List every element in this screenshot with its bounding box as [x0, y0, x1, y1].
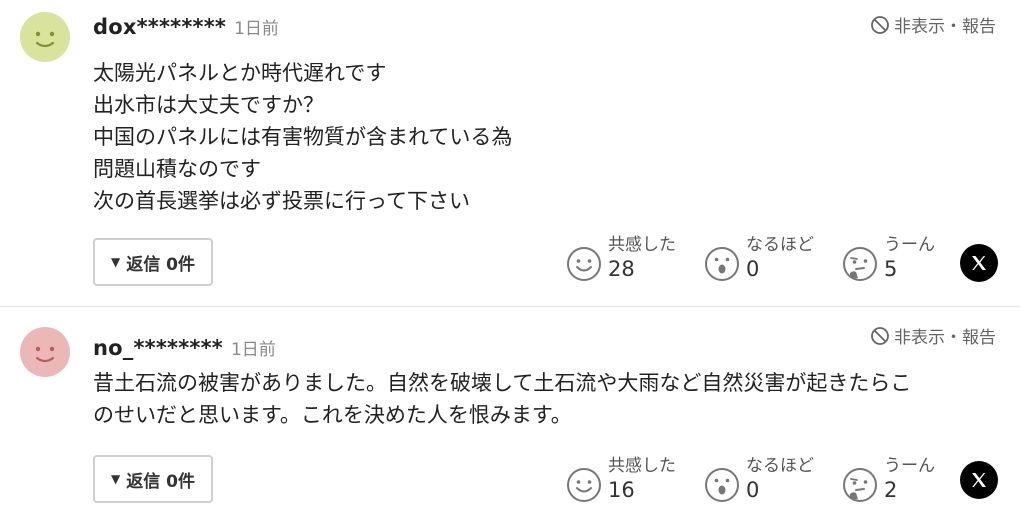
- comment-line: 太陽光パネルとか時代遅れです: [93, 61, 387, 85]
- thinking-face-icon: [843, 468, 877, 502]
- reaction-label: なるほど: [746, 235, 814, 255]
- surprised-face-icon: [705, 468, 739, 502]
- reaction-insight-button[interactable]: なるほど 0: [704, 455, 842, 503]
- comment-body: 太陽光パネルとか時代遅れです 出水市は大丈夫ですか？ 中国のパネルには有害物質が…: [93, 57, 998, 217]
- x-logo-icon: [972, 256, 986, 270]
- username[interactable]: no_********: [93, 336, 223, 360]
- reaction-count: 5: [884, 257, 898, 281]
- reaction-count: 0: [746, 478, 760, 502]
- reaction-bar: 共感した 28 なるほど 0 うーん 5: [566, 234, 980, 282]
- reaction-label: 共感した: [608, 456, 676, 476]
- reply-label: 返信 0件: [126, 471, 195, 492]
- avatar: [20, 327, 70, 377]
- reaction-insight-button[interactable]: なるほど 0: [704, 234, 842, 282]
- reply-label: 返信 0件: [126, 254, 195, 275]
- ban-icon: [870, 15, 890, 35]
- reaction-count: 28: [608, 257, 635, 281]
- reaction-label: うーん: [884, 456, 935, 476]
- x-logo-icon: [972, 473, 986, 487]
- reply-toggle-button[interactable]: ▼ 返信 0件: [93, 238, 213, 286]
- reply-toggle-button[interactable]: ▼ 返信 0件: [93, 455, 213, 503]
- comment-line: のせいだと思います。これを決めた人を恨みます。: [93, 403, 572, 427]
- comment-item: no_******** 1日前 非表示・報告 昔土石流の被害がありました。自然を…: [0, 306, 1020, 518]
- hide-report-link[interactable]: 非表示・報告: [870, 323, 996, 348]
- surprised-face-icon: [705, 247, 739, 281]
- reaction-label: なるほど: [746, 456, 814, 476]
- smile-face-icon: [567, 468, 601, 502]
- hide-report-label: 非表示・報告: [894, 328, 996, 348]
- reaction-count: 0: [746, 257, 760, 281]
- ban-icon: [870, 326, 890, 346]
- comment-line: 問題山積なのです: [93, 157, 261, 181]
- comment-header: dox******** 1日前: [93, 14, 279, 39]
- comment-line: 昔土石流の被害がありました。自然を破壊して土石流や大雨など自然災害が起きたらこ: [93, 371, 912, 395]
- reaction-empathy-button[interactable]: 共感した 16: [566, 455, 704, 503]
- timestamp: 1日前: [230, 340, 276, 360]
- comment-item: dox******** 1日前 非表示・報告 太陽光パネルとか時代遅れです 出水…: [0, 0, 1020, 306]
- reaction-empathy-button[interactable]: 共感した 28: [566, 234, 704, 282]
- username[interactable]: dox********: [93, 15, 226, 39]
- thinking-face-icon: [843, 247, 877, 281]
- reaction-bar: 共感した 16 なるほど 0 うーん 2: [566, 455, 980, 503]
- comment-line: 次の首長選挙は必ず投票に行って下さい: [93, 189, 470, 213]
- smile-face-icon: [567, 247, 601, 281]
- reaction-count: 2: [884, 478, 898, 502]
- share-x-button[interactable]: [960, 244, 998, 282]
- avatar: [20, 12, 70, 62]
- comment-line: 出水市は大丈夫ですか？: [93, 93, 324, 117]
- timestamp: 1日前: [234, 19, 279, 39]
- comment-line: 中国のパネルには有害物質が含まれている為: [93, 125, 513, 149]
- share-x-button[interactable]: [960, 461, 998, 499]
- reaction-label: うーん: [884, 235, 935, 255]
- triangle-down-icon: ▼: [111, 472, 121, 486]
- hide-report-label: 非表示・報告: [894, 17, 996, 37]
- hide-report-link[interactable]: 非表示・報告: [870, 12, 996, 37]
- reaction-hmm-button[interactable]: うーん 5: [842, 234, 980, 282]
- comment-header: no_******** 1日前: [93, 335, 276, 360]
- reaction-count: 16: [608, 478, 635, 502]
- comment-body: 昔土石流の被害がありました。自然を破壊して土石流や大雨など自然災害が起きたらこ …: [93, 367, 998, 431]
- reaction-label: 共感した: [608, 235, 676, 255]
- triangle-down-icon: ▼: [111, 255, 121, 269]
